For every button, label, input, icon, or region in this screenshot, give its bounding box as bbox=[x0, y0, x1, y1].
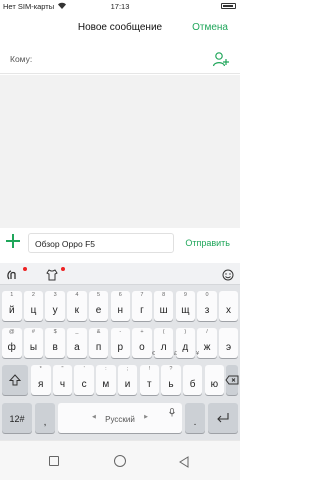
key[interactable]: $ в bbox=[45, 328, 65, 358]
key[interactable]: ю bbox=[204, 365, 225, 395]
recipient-label: Кому: bbox=[10, 54, 33, 64]
add-contact-icon[interactable] bbox=[212, 50, 230, 68]
status-bar: Нет SIM-карты 17:13 bbox=[0, 0, 240, 12]
voice-icon[interactable] bbox=[6, 268, 18, 280]
keyboard: 1й 2ц 3у 4к 5е 6н 7г 8ш 9щ 0з х @ ф # ы $ в… bbox=[0, 263, 240, 440]
plus-icon[interactable] bbox=[6, 234, 20, 248]
keyboard-toolbar bbox=[0, 263, 240, 285]
key[interactable]: 8ш bbox=[153, 291, 174, 321]
key[interactable]: б bbox=[182, 365, 203, 395]
compose-bar: Обзор Oppo F5 Отправить bbox=[0, 228, 240, 258]
comma-key[interactable]: , bbox=[35, 403, 55, 433]
recents-icon[interactable] bbox=[49, 456, 59, 466]
cancel-button[interactable]: Отмена bbox=[192, 22, 228, 33]
back-icon[interactable] bbox=[178, 455, 190, 468]
backspace-icon bbox=[225, 375, 239, 385]
key[interactable]: _ а bbox=[67, 328, 87, 358]
key[interactable]: 0з bbox=[197, 291, 217, 321]
key[interactable]: * я bbox=[31, 365, 51, 395]
key[interactable]: / ж bbox=[197, 328, 217, 358]
shift-icon bbox=[9, 374, 21, 386]
key[interactable]: ) д bbox=[175, 328, 196, 358]
enter-icon bbox=[217, 413, 229, 423]
home-icon[interactable] bbox=[114, 455, 126, 467]
message-input[interactable]: Обзор Oppo F5 bbox=[28, 233, 174, 253]
key[interactable]: -р bbox=[110, 328, 130, 358]
period-key[interactable]: . bbox=[185, 403, 205, 433]
key[interactable]: 5е bbox=[88, 291, 109, 321]
key[interactable]: " ч bbox=[52, 365, 73, 395]
key[interactable]: 9щ bbox=[175, 291, 196, 321]
enter-key[interactable] bbox=[208, 403, 238, 433]
euro-hint: € bbox=[152, 351, 156, 357]
key[interactable]: & п bbox=[88, 328, 109, 358]
key[interactable]: ' с bbox=[74, 365, 94, 395]
backspace-key[interactable] bbox=[225, 365, 239, 395]
navigation-bar bbox=[0, 440, 240, 480]
recipient-row[interactable]: Кому: bbox=[0, 44, 240, 74]
key[interactable]: # ы bbox=[23, 328, 44, 358]
shirt-icon[interactable] bbox=[46, 268, 58, 281]
key[interactable]: ? ь bbox=[161, 365, 181, 395]
key[interactable]: 3у bbox=[45, 291, 65, 321]
key[interactable]: 2ц bbox=[23, 291, 44, 321]
key[interactable]: 4к bbox=[67, 291, 87, 321]
key[interactable]: + о bbox=[132, 328, 152, 358]
key[interactable]: 6н bbox=[110, 291, 130, 321]
key[interactable]: ! т bbox=[139, 365, 159, 395]
mic-icon bbox=[169, 408, 175, 417]
key[interactable]: :м bbox=[96, 365, 116, 395]
shift-key[interactable] bbox=[2, 365, 28, 395]
header: Новое сообщение Отмена bbox=[0, 16, 240, 42]
emoji-icon[interactable] bbox=[222, 268, 234, 281]
status-time: 17:13 bbox=[110, 2, 130, 11]
battery-icon bbox=[221, 3, 236, 9]
key[interactable]: х bbox=[219, 291, 238, 321]
key[interactable]: (л bbox=[153, 328, 174, 358]
pound-hint: £ bbox=[174, 351, 178, 357]
key[interactable]: 7г bbox=[132, 291, 152, 321]
yen-hint: ¥ bbox=[196, 351, 200, 357]
key[interactable]: @ ф bbox=[2, 328, 22, 358]
right-arrow-icon: ▶ bbox=[144, 414, 148, 420]
send-button[interactable]: Отправить bbox=[185, 238, 230, 248]
numbers-key[interactable]: 12# bbox=[2, 403, 32, 433]
notification-dot-icon bbox=[23, 267, 27, 271]
key[interactable]: ; и bbox=[117, 365, 138, 395]
message-thread-area bbox=[0, 75, 240, 228]
key[interactable]: 1й bbox=[2, 291, 22, 321]
notification-dot-icon bbox=[61, 267, 65, 271]
space-key[interactable]: ◀ Русский ▶ bbox=[58, 403, 182, 433]
key[interactable]: э bbox=[219, 328, 238, 358]
